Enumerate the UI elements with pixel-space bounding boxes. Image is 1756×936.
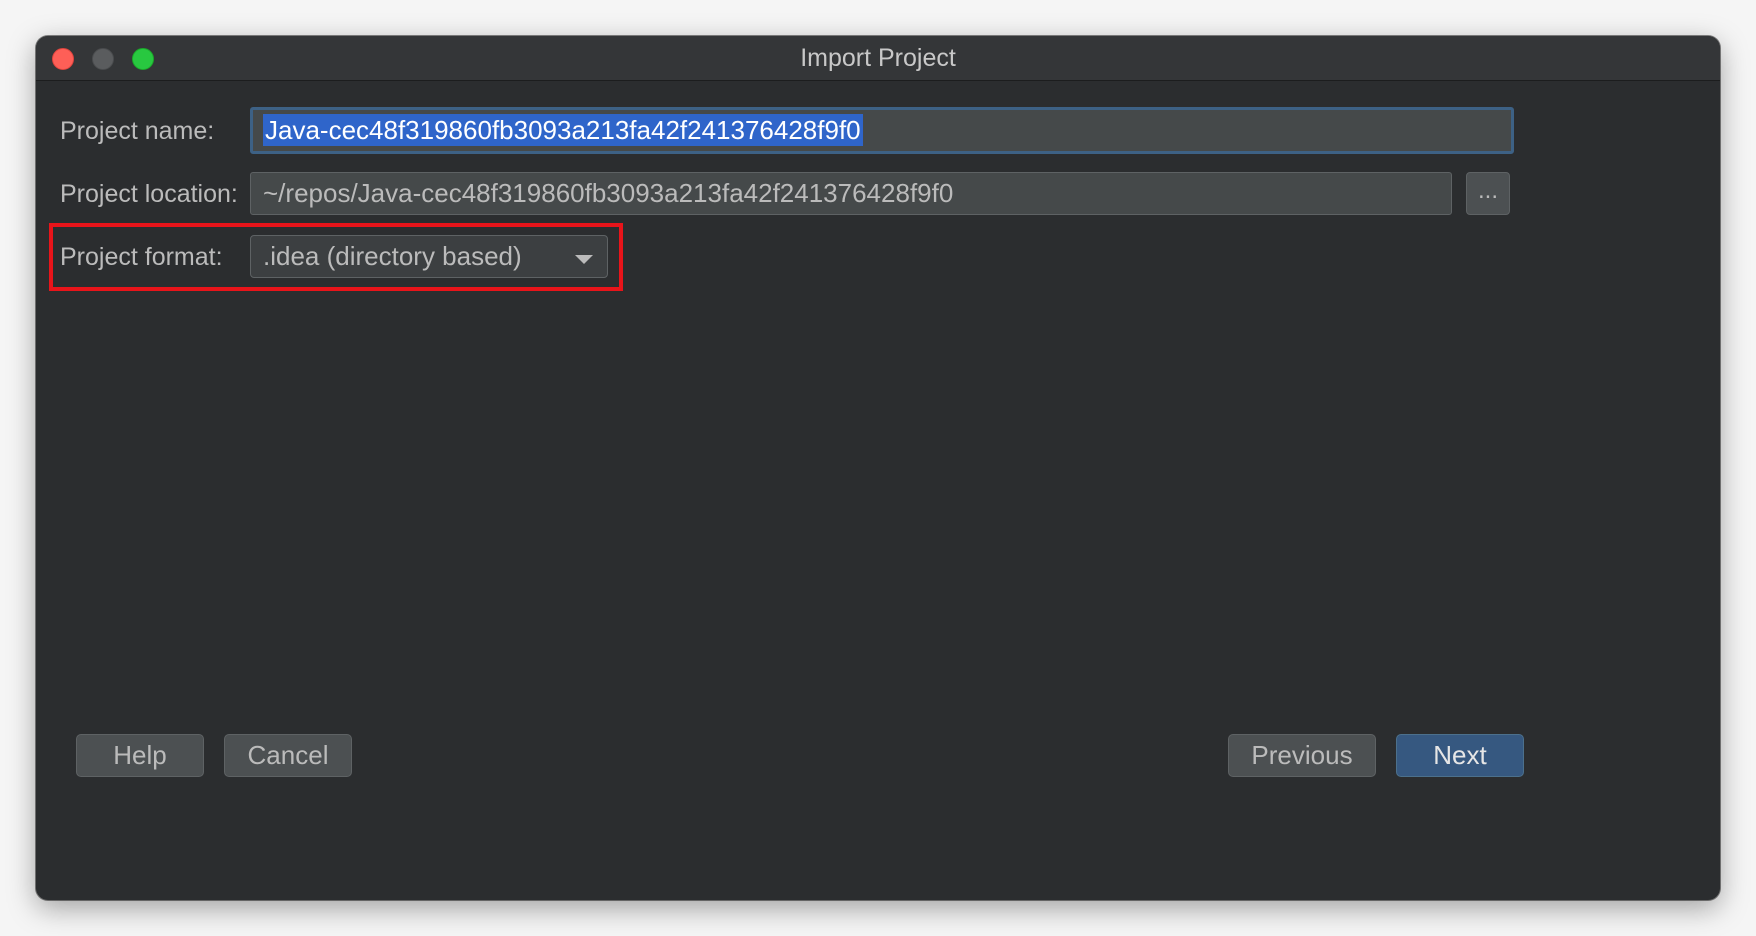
browse-button[interactable]: ...	[1466, 172, 1510, 215]
annotation-highlight-box	[49, 223, 623, 291]
window-title: Import Project	[800, 44, 956, 72]
previous-button[interactable]: Previous	[1228, 734, 1376, 777]
project-name-input[interactable]: Java-cec48f319860fb3093a213fa42f24137642…	[250, 107, 1514, 154]
project-name-label: Project name:	[60, 117, 215, 145]
title-bar: Import Project	[36, 36, 1720, 81]
cancel-button[interactable]: Cancel	[224, 734, 352, 777]
help-button[interactable]: Help	[76, 734, 204, 777]
screenshot-canvas: Import Project Project name: Java-cec48f…	[0, 0, 1756, 936]
project-location-input[interactable]: ~/repos/Java-cec48f319860fb3093a213fa42f…	[250, 172, 1452, 215]
project-name-value: Java-cec48f319860fb3093a213fa42f24137642…	[263, 114, 863, 146]
project-location-label: Project location:	[60, 180, 238, 208]
next-button[interactable]: Next	[1396, 734, 1524, 777]
import-project-dialog: Import Project Project name: Java-cec48f…	[36, 36, 1720, 900]
